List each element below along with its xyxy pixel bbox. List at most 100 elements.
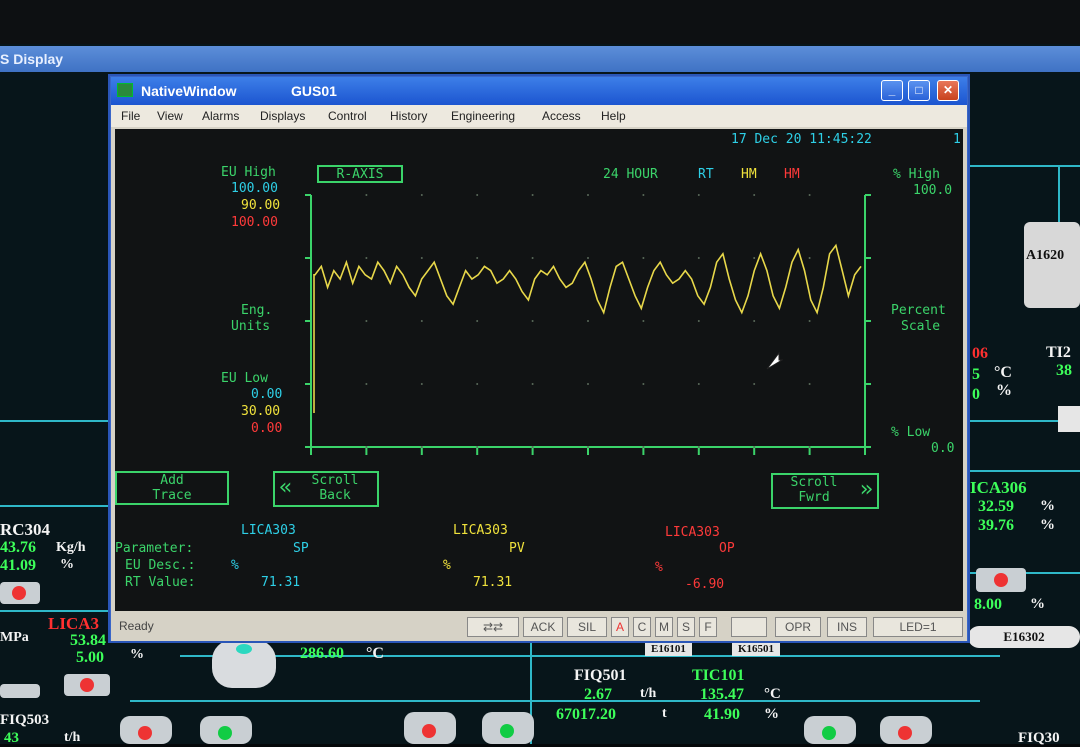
parameter-label: Parameter: — [115, 541, 194, 556]
c-button[interactable]: C — [633, 617, 651, 637]
grid-dot — [697, 257, 700, 259]
menu-file[interactable]: File — [121, 109, 140, 123]
tag-k16501[interactable]: K16501 — [732, 642, 781, 656]
tic101-unit-2: % — [764, 706, 779, 722]
grid-dot — [808, 446, 811, 448]
valve-icon[interactable] — [0, 582, 40, 604]
m-button[interactable]: M — [655, 617, 673, 637]
param-name-1: SP — [293, 541, 309, 556]
grid-dot — [531, 257, 534, 259]
window-titlebar[interactable]: NativeWindow GUS01 _ □ ✕ — [111, 77, 967, 105]
param-tag-1: LICA303 — [241, 523, 296, 538]
blank-button[interactable] — [731, 617, 767, 637]
grid-dot — [587, 320, 589, 322]
ica306-value-2: 39.76 — [978, 517, 1014, 534]
tag-e16302[interactable]: E16302 — [968, 626, 1080, 648]
tag-e16101[interactable]: E16101 — [645, 642, 692, 656]
background-title-text: S Display — [0, 51, 64, 67]
add-trace-button[interactable]: Add Trace — [115, 471, 229, 505]
button-box[interactable] — [1058, 406, 1080, 432]
fiq503-value: 43 — [4, 730, 19, 746]
scroll-back-button[interactable]: « Scroll Back — [273, 471, 379, 507]
menu-history[interactable]: History — [390, 109, 427, 123]
tic101-value-1: 135.47 — [700, 686, 744, 703]
pump-icon[interactable] — [804, 716, 856, 744]
tag-rc304[interactable]: RC304 — [0, 520, 50, 540]
tag-ica306[interactable]: ICA306 — [970, 478, 1027, 498]
ins-button[interactable]: INS — [827, 617, 867, 637]
trend-chart[interactable] — [115, 129, 963, 611]
close-icon[interactable]: ✕ — [937, 80, 959, 101]
tag-fiq501[interactable]: FIQ501 — [574, 667, 626, 685]
f-button[interactable]: F — [699, 617, 717, 637]
pump-icon[interactable] — [482, 712, 534, 744]
pipe — [968, 470, 1080, 472]
pump-icon[interactable] — [880, 716, 932, 744]
param-tag-3: LICA303 — [665, 525, 720, 540]
pump-icon[interactable] — [200, 716, 252, 744]
tag-a1620: A1620 — [1026, 248, 1065, 263]
valve-icon[interactable] — [64, 674, 110, 696]
param-eu-3: % — [655, 560, 663, 575]
value-06: 06 — [972, 345, 988, 362]
s-button[interactable]: S — [677, 617, 695, 637]
native-window: NativeWindow GUS01 _ □ ✕ File View Alarm… — [110, 76, 968, 641]
grid-dot — [420, 257, 423, 259]
tag-fiq503[interactable]: FIQ503 — [0, 712, 49, 729]
unit-mpa: MPa — [0, 630, 29, 645]
menu-access[interactable]: Access — [542, 109, 581, 123]
grid-dot — [420, 320, 423, 322]
grid-dot — [365, 383, 368, 385]
grid-dot — [365, 257, 368, 259]
lica3-value-1: 53.84 — [70, 632, 106, 649]
valve-icon[interactable] — [976, 568, 1026, 592]
monitor-bezel — [0, 0, 1080, 44]
document-title: GUS01 — [291, 83, 337, 99]
grid-dot — [531, 446, 534, 448]
lica3-value-2: 5.00 — [76, 649, 104, 666]
pipe — [0, 610, 110, 612]
led-indicator[interactable]: LED=1 — [873, 617, 963, 637]
grid-dot — [697, 320, 700, 322]
grid-dot — [587, 383, 589, 385]
scroll-fwrd-button[interactable]: » Scroll Fwrd — [771, 473, 879, 509]
alarm-a-button[interactable]: A — [611, 617, 629, 637]
tag-tic101[interactable]: TIC101 — [692, 667, 744, 685]
pipe — [0, 420, 110, 422]
param-name-2: PV — [509, 541, 525, 556]
menu-help[interactable]: Help — [601, 109, 626, 123]
tag-lica3[interactable]: LICA3 — [48, 614, 99, 634]
menu-view[interactable]: View — [157, 109, 183, 123]
opr-button[interactable]: OPR — [775, 617, 821, 637]
grid-dot — [420, 446, 423, 448]
pipe — [1058, 165, 1060, 225]
fiq501-value-1: 2.67 — [584, 686, 612, 703]
grid-dot — [697, 446, 700, 448]
ti2-value: 38 — [1056, 362, 1072, 379]
network-icon[interactable]: ⇄⇄ — [467, 617, 519, 637]
grid-dot — [587, 446, 589, 448]
menu-alarms[interactable]: Alarms — [202, 109, 239, 123]
tag-fiq30[interactable]: FIQ30 — [1018, 730, 1060, 747]
temp-value: 286.60 — [300, 645, 344, 662]
sil-button[interactable]: SIL — [567, 617, 607, 637]
eu-desc-label: EU Desc.: — [125, 558, 196, 573]
grid-dot — [365, 194, 368, 196]
mouse-cursor-icon — [766, 351, 783, 370]
vessel-a1620-icon[interactable] — [1024, 222, 1080, 308]
pump-icon[interactable] — [404, 712, 456, 744]
grid-dot — [642, 446, 645, 448]
menu-engineering[interactable]: Engineering — [451, 109, 515, 123]
ack-button[interactable]: ACK — [523, 617, 563, 637]
grid-dot — [531, 383, 534, 385]
tag-ti2[interactable]: TI2 — [1046, 344, 1071, 362]
maximize-icon[interactable]: □ — [908, 80, 930, 101]
pump-icon[interactable] — [120, 716, 172, 744]
menu-displays[interactable]: Displays — [260, 109, 305, 123]
tic101-value-2: 41.90 — [704, 706, 740, 723]
value-5: 5 — [972, 366, 980, 383]
param-eu-2: % — [443, 558, 451, 573]
minimize-icon[interactable]: _ — [881, 80, 903, 101]
menu-control[interactable]: Control — [328, 109, 367, 123]
status-text: Ready — [119, 619, 154, 633]
